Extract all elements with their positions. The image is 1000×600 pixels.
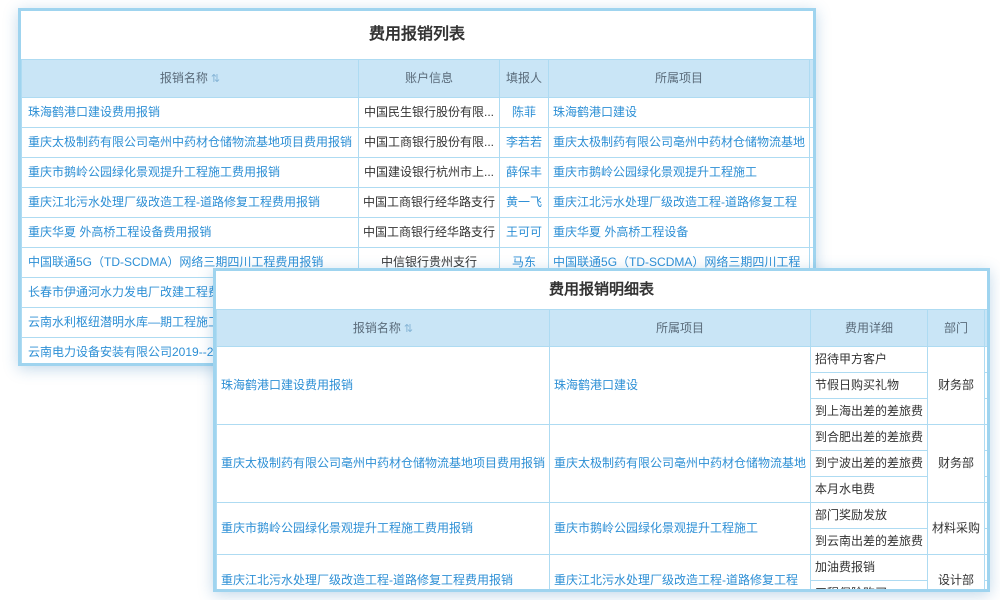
expense-detail-cell: 招待甲方客户 — [811, 347, 928, 373]
expense-detail-panel: 费用报销明细表 报销名称⇅ 所属项目 费用详细 部门 费用金额 本单金额合计 费… — [213, 268, 990, 592]
dept-cell: 财务部 — [810, 218, 816, 248]
dept-cell: 财务部 — [810, 128, 816, 158]
col-header-name-label: 报销名称 — [160, 71, 208, 85]
project-link[interactable]: 重庆太极制药有限公司亳州中药材仓储物流基地 — [549, 128, 810, 158]
col-header-amount: 费用金额 — [985, 310, 990, 347]
expense-amount-cell: 7,453.35 — [985, 451, 990, 477]
project-link[interactable]: 重庆太极制药有限公司亳州中药材仓储物流基地 — [550, 425, 811, 503]
col-header-dept: 部门 — [928, 310, 985, 347]
expense-detail-cell: 到合肥出差的差旅费 — [811, 425, 928, 451]
expense-amount-cell: 74,564.00 — [985, 581, 990, 592]
expense-name-link[interactable]: 重庆江北污水处理厂级改造工程-道路修复工程费用报销 — [217, 555, 550, 592]
page-title: 费用报销列表 — [21, 11, 813, 59]
header-row: 报销名称⇅ 所属项目 费用详细 部门 费用金额 本单金额合计 费用科目 填报人 — [217, 310, 991, 347]
project-link[interactable]: 重庆江北污水处理厂级改造工程-道路修复工程 — [549, 188, 810, 218]
project-link[interactable]: 珠海鹤港口建设 — [550, 347, 811, 425]
project-link[interactable]: 重庆市鹅岭公园绿化景观提升工程施工 — [549, 158, 810, 188]
col-header-name: 报销名称⇅ — [217, 310, 550, 347]
col-header-filler: 填报人 — [500, 60, 549, 98]
expense-detail-cell: 加油费报销 — [811, 555, 928, 581]
expense-name-link[interactable]: 重庆市鹅岭公园绿化景观提升工程施工费用报销 — [22, 158, 359, 188]
expense-detail-cell: 到上海出差的差旅费 — [811, 399, 928, 425]
table-row: 重庆市鹅岭公园绿化景观提升工程施工费用报销 中国建设银行杭州市上... 薛保丰 … — [22, 158, 817, 188]
dept-cell: 设计部 — [810, 188, 816, 218]
col-header-account: 账户信息 — [359, 60, 500, 98]
expense-amount-cell: 5,346.35 — [985, 425, 990, 451]
expense-name-link[interactable]: 珠海鹤港口建设费用报销 — [22, 98, 359, 128]
col-header-name-label: 报销名称 — [353, 321, 401, 335]
expense-detail-cell: 本月水电费 — [811, 477, 928, 503]
dept-cell: 设计部 — [928, 555, 985, 592]
table-row: 珠海鹤港口建设费用报销 中国民生银行股份有限... 陈菲 珠海鹤港口建设 财务部… — [22, 98, 817, 128]
expense-detail-cell: 到宁波出差的差旅费 — [811, 451, 928, 477]
account-cell: 中国工商银行股份有限... — [359, 128, 500, 158]
table-row: 重庆江北污水处理厂级改造工程-道路修复工程费用报销 中国工商银行经华路支行 黄一… — [22, 188, 817, 218]
expense-detail-cell: 节假日购买礼物 — [811, 373, 928, 399]
filler-link[interactable]: 李若若 — [500, 128, 549, 158]
filler-link[interactable]: 陈菲 — [500, 98, 549, 128]
expense-detail-cell: 部门奖励发放 — [811, 503, 928, 529]
dept-cell: 材料采购 — [928, 503, 985, 555]
header-row: 报销名称⇅ 账户信息 填报人 所属项目 部门 本次报销金额 流程状态 — [22, 60, 817, 98]
account-cell: 中国工商银行经华路支行 — [359, 188, 500, 218]
expense-amount-cell: 4,535.65 — [985, 477, 990, 503]
filler-link[interactable]: 王可可 — [500, 218, 549, 248]
table-row: 重庆市鹅岭公园绿化景观提升工程施工费用报销 重庆市鹅岭公园绿化景观提升工程施工 … — [217, 503, 991, 529]
col-header-project: 所属项目 — [550, 310, 811, 347]
dept-cell: 财务部 — [928, 425, 985, 503]
expense-detail-cell: 工程保险购买 — [811, 581, 928, 592]
account-cell: 中国建设银行杭州市上... — [359, 158, 500, 188]
dept-cell: 材料采购 — [810, 158, 816, 188]
expense-amount-cell: 1,453.00 — [985, 503, 990, 529]
filler-link[interactable]: 薛保丰 — [500, 158, 549, 188]
account-cell: 中国工商银行经华路支行 — [359, 218, 500, 248]
expense-amount-cell: 6,332.00 — [985, 399, 990, 425]
table-row: 珠海鹤港口建设费用报销 珠海鹤港口建设 招待甲方客户 财务部 3,453.60 … — [217, 347, 991, 373]
project-link[interactable]: 重庆市鹅岭公园绿化景观提升工程施工 — [550, 503, 811, 555]
expense-name-link[interactable]: 重庆江北污水处理厂级改造工程-道路修复工程费用报销 — [22, 188, 359, 218]
table-row: 重庆太极制药有限公司亳州中药材仓储物流基地项目费用报销 中国工商银行股份有限..… — [22, 128, 817, 158]
expense-detail-cell: 到云南出差的差旅费 — [811, 529, 928, 555]
page-title: 费用报销明细表 — [216, 271, 987, 309]
col-header-dept: 部门 — [810, 60, 816, 98]
account-cell: 中国民生银行股份有限... — [359, 98, 500, 128]
expense-detail-table: 报销名称⇅ 所属项目 费用详细 部门 费用金额 本单金额合计 费用科目 填报人 … — [216, 309, 990, 592]
col-header-detail: 费用详细 — [811, 310, 928, 347]
dept-cell: 财务部 — [928, 347, 985, 425]
col-header-name: 报销名称⇅ — [22, 60, 359, 98]
expense-name-link[interactable]: 重庆华夏 外高桥工程设备费用报销 — [22, 218, 359, 248]
dept-cell: 财务部 — [810, 98, 816, 128]
expense-amount-cell: 7,656.86 — [985, 529, 990, 555]
expense-name-link[interactable]: 重庆太极制药有限公司亳州中药材仓储物流基地项目费用报销 — [22, 128, 359, 158]
expense-name-link[interactable]: 珠海鹤港口建设费用报销 — [217, 347, 550, 425]
table-row: 重庆华夏 外高桥工程设备费用报销 中国工商银行经华路支行 王可可 重庆华夏 外高… — [22, 218, 817, 248]
project-link[interactable]: 重庆华夏 外高桥工程设备 — [549, 218, 810, 248]
sort-icon[interactable]: ⇅ — [211, 73, 220, 85]
expense-amount-cell: 3,453.60 — [985, 347, 990, 373]
sort-icon[interactable]: ⇅ — [404, 323, 413, 335]
table-row: 重庆太极制药有限公司亳州中药材仓储物流基地项目费用报销 重庆太极制药有限公司亳州… — [217, 425, 991, 451]
expense-amount-cell: 242.00 — [985, 555, 990, 581]
col-header-project: 所属项目 — [549, 60, 810, 98]
expense-amount-cell: 633.00 — [985, 373, 990, 399]
expense-name-link[interactable]: 重庆太极制药有限公司亳州中药材仓储物流基地项目费用报销 — [217, 425, 550, 503]
expense-name-link[interactable]: 重庆市鹅岭公园绿化景观提升工程施工费用报销 — [217, 503, 550, 555]
table-row: 重庆江北污水处理厂级改造工程-道路修复工程费用报销 重庆江北污水处理厂级改造工程… — [217, 555, 991, 581]
project-link[interactable]: 珠海鹤港口建设 — [549, 98, 810, 128]
project-link[interactable]: 重庆江北污水处理厂级改造工程-道路修复工程 — [550, 555, 811, 592]
filler-link[interactable]: 黄一飞 — [500, 188, 549, 218]
